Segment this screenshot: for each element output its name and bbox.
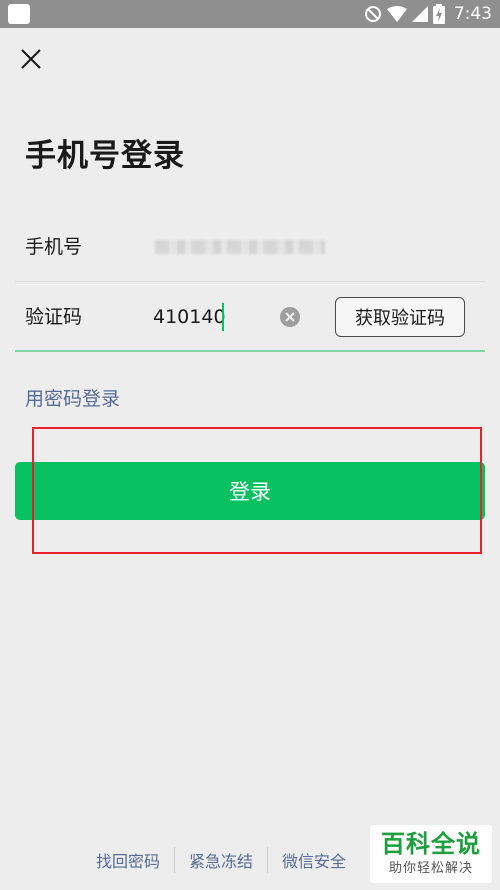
login-button[interactable]: 登录 — [15, 462, 485, 520]
code-label: 验证码 — [25, 306, 83, 328]
close-icon — [21, 49, 41, 69]
battery-charging-icon — [432, 4, 445, 24]
get-code-button[interactable]: 获取验证码 — [335, 297, 465, 337]
signal-icon — [411, 6, 428, 22]
footer-link-wechat-security[interactable]: 微信安全 — [268, 848, 360, 872]
footer-link-emergency-freeze[interactable]: 紧急冻结 — [175, 848, 267, 872]
status-icons: 7:43 — [364, 0, 492, 28]
phone-label: 手机号 — [25, 236, 83, 258]
footer-link-recover-password[interactable]: 找回密码 — [82, 848, 174, 872]
text-caret — [222, 303, 224, 331]
footer-links: 找回密码 紧急冻结 微信安全 — [82, 845, 360, 875]
status-bar: 7:43 — [0, 0, 500, 28]
phone-row: 手机号 — [15, 212, 485, 282]
app-icon — [8, 4, 30, 24]
status-time: 7:43 — [453, 4, 492, 24]
clear-button[interactable] — [280, 307, 300, 327]
wifi-icon — [386, 6, 407, 22]
watermark-logo: 百科全说 助你轻松解决 — [370, 825, 492, 883]
password-login-link[interactable]: 用密码登录 — [25, 384, 120, 411]
watermark-subtitle: 助你轻松解决 — [388, 861, 473, 876]
clear-icon — [280, 307, 300, 327]
close-button[interactable] — [14, 42, 48, 76]
watermark-title: 百科全说 — [381, 830, 481, 858]
code-row: 验证码 获取验证码 — [15, 282, 485, 352]
phone-number-value[interactable] — [155, 240, 325, 254]
do-not-disturb-icon — [364, 6, 381, 22]
code-input[interactable] — [153, 300, 273, 334]
page-title: 手机号登录 — [25, 138, 185, 174]
